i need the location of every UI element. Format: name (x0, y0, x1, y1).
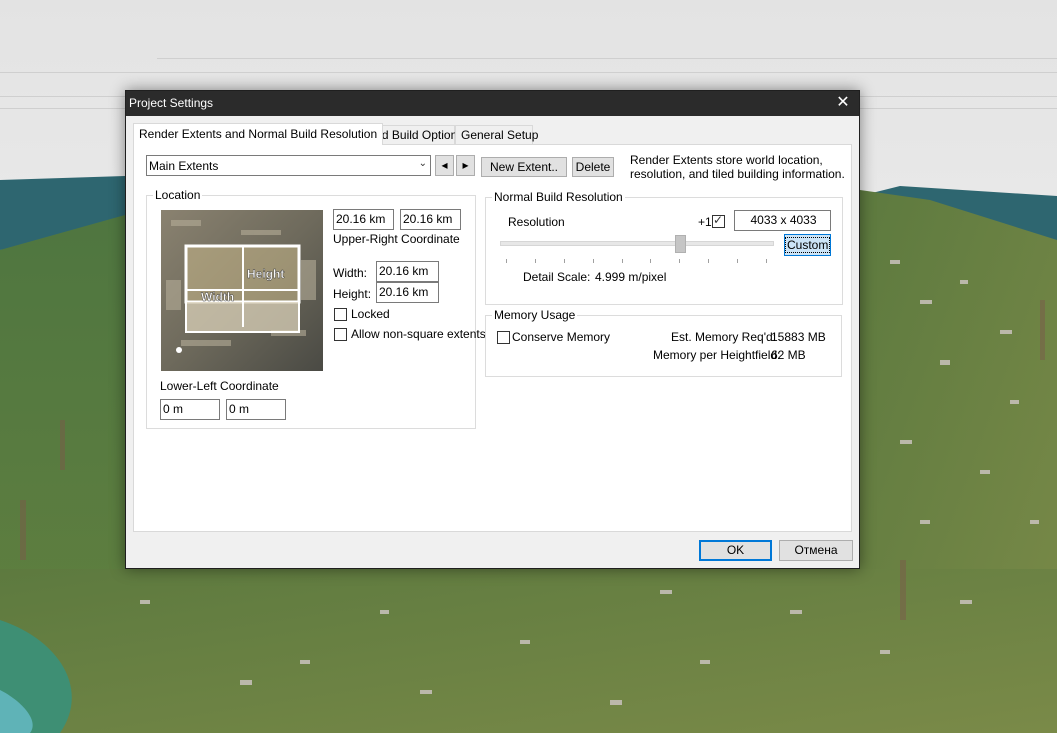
memory-legend: Memory Usage (492, 308, 578, 322)
delete-extent-button[interactable]: Delete (572, 157, 614, 177)
slider-tick (737, 259, 739, 263)
tab-general-setup[interactable]: General Setup (455, 125, 538, 144)
memory-group: Memory Usage Conserve Memory Est. Memory… (485, 308, 842, 377)
resolution-legend: Normal Build Resolution (492, 190, 625, 204)
slider-tick (766, 259, 767, 263)
non-square-checkbox[interactable] (334, 328, 347, 341)
custom-label: Custom (785, 237, 831, 253)
chevron-down-icon: ⌄ (418, 158, 427, 169)
prev-extent-button[interactable]: ◂ (435, 155, 454, 176)
close-icon[interactable]: ✕ (832, 92, 854, 114)
extents-info-text: Render Extents store world location, res… (630, 153, 845, 181)
ok-button[interactable]: OK (699, 540, 772, 561)
tab-panel: Main Extents ⌄ ◂ ▸ New Extent.. Delete R… (133, 144, 852, 532)
tab-label: Render Extents and Normal Build Resoluti… (139, 127, 378, 141)
tab-label: General Setup (461, 128, 539, 142)
lower-left-y-input[interactable]: 0 m (226, 399, 286, 420)
width-input[interactable]: 20.16 km (376, 261, 439, 282)
width-label: Width: (333, 266, 368, 280)
memory-required-value: 15883 MB (771, 330, 826, 344)
new-extent-button[interactable]: New Extent.. (481, 157, 567, 177)
extent-select-value: Main Extents (149, 159, 219, 173)
resolution-value-field[interactable]: 4033 x 4033 (734, 210, 831, 231)
detail-scale-label: Detail Scale: (523, 270, 591, 284)
slider-tick (563, 259, 565, 263)
diagram-width-label: Width (201, 290, 234, 304)
slider-tick (650, 259, 652, 263)
arrow-left-icon: ◂ (441, 158, 448, 172)
titlebar[interactable]: Project Settings ✕ (126, 91, 859, 116)
conserve-memory-label: Conserve Memory (512, 330, 611, 344)
extent-diagram-image: Height Width (161, 210, 323, 371)
memory-per-heightfield-label: Memory per Heightfield: (653, 348, 781, 362)
dialog-title: Project Settings (129, 96, 214, 110)
custom-resolution-button[interactable]: Custom (784, 234, 831, 256)
memory-required-label: Est. Memory Req'd: (671, 330, 776, 344)
memory-per-heightfield-value: 62 MB (771, 348, 806, 362)
locked-label: Locked (351, 307, 390, 321)
upper-right-label: Upper-Right Coordinate (333, 232, 460, 246)
slider-tick (506, 259, 507, 263)
slider-tick (534, 259, 536, 263)
conserve-memory-checkbox[interactable] (497, 331, 510, 344)
diagram-height-label: Height (247, 267, 284, 281)
detail-scale-value: 4.999 m/pixel (595, 270, 667, 284)
slider-tick (679, 259, 681, 263)
cancel-button[interactable]: Отмена (779, 540, 853, 561)
location-group: Location Height Width 20.16 km 20.16 km … (146, 188, 486, 429)
plus-one-label: +1 (698, 215, 712, 229)
resolution-slider-thumb[interactable] (674, 235, 686, 253)
resolution-group: Normal Build Resolution Resolution +1 40… (485, 190, 843, 305)
tab-render-extents[interactable]: Render Extents and Normal Build Resoluti… (133, 123, 384, 145)
info-line: Render Extents store world location, (630, 153, 823, 167)
arrow-right-icon: ▸ (462, 158, 469, 172)
height-input[interactable]: 20.16 km (376, 282, 439, 303)
slider-tick (708, 259, 710, 263)
lower-left-label: Lower-Left Coordinate (160, 379, 279, 393)
project-settings-dialog: Project Settings ✕ Render Extents and No… (125, 90, 860, 569)
locked-checkbox[interactable] (334, 308, 347, 321)
height-label: Height: (333, 287, 372, 301)
upper-right-y-input[interactable]: 20.16 km (400, 209, 461, 230)
lower-left-x-input[interactable]: 0 m (160, 399, 220, 420)
slider-tick (621, 259, 623, 263)
upper-right-x-input[interactable]: 20.16 km (333, 209, 394, 230)
slider-tick (592, 259, 594, 263)
resolution-label: Resolution (508, 215, 565, 229)
plus-one-checkbox[interactable] (712, 213, 725, 228)
location-legend: Location (153, 188, 203, 202)
info-line: resolution, and tiled building informati… (630, 167, 845, 181)
non-square-label: Allow non-square extents (351, 327, 486, 341)
resolution-slider-track[interactable] (500, 241, 774, 246)
extent-select[interactable]: Main Extents ⌄ (146, 155, 431, 176)
next-extent-button[interactable]: ▸ (456, 155, 475, 176)
